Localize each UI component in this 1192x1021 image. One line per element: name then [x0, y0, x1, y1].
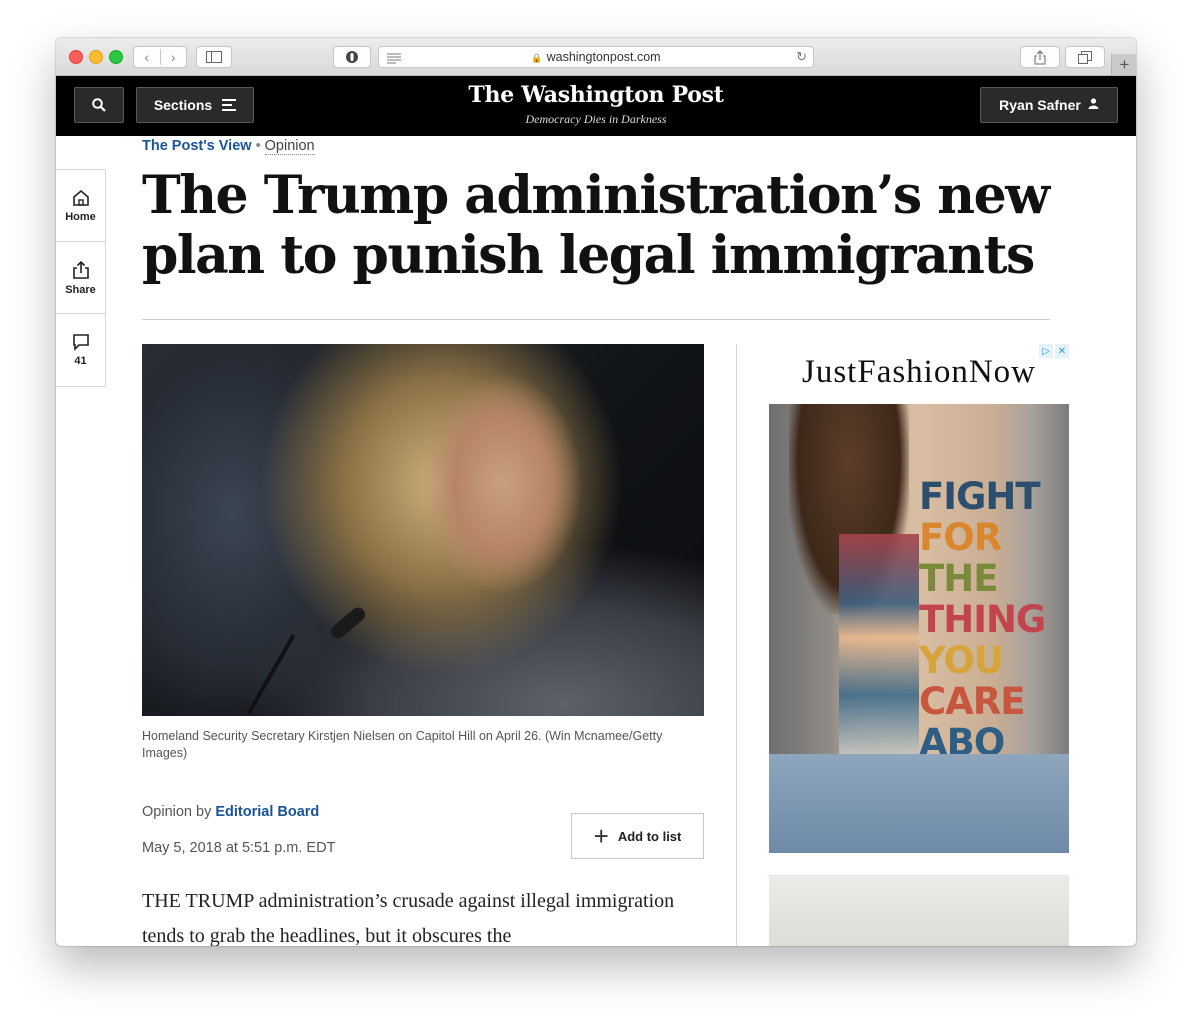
forward-arrow-icon[interactable]: › — [159, 49, 187, 65]
ad-portrait-graphic — [839, 534, 919, 764]
photo-microphone-head — [328, 604, 368, 642]
add-to-list-button[interactable]: + Add to list — [571, 813, 704, 859]
minimize-window-button[interactable] — [89, 50, 103, 64]
kicker-separator: • — [255, 138, 261, 154]
browser-toolbar: ‹ › 🔒 washingtonpost.com ↻ + — [56, 38, 1136, 76]
kicker-section-link[interactable]: The Post's View — [142, 138, 252, 154]
site-header: Sections The Washington Post Democracy D… — [56, 76, 1136, 136]
photo-caption: Homeland Security Secretary Kirstjen Nie… — [142, 729, 663, 760]
rail-comments-count: 41 — [74, 355, 87, 367]
article-kicker: The Post's View • Opinion — [142, 138, 315, 155]
ad-slogan-line: CARE — [919, 680, 1026, 723]
article-headline: The Trump administration’s new plan to p… — [142, 165, 1050, 286]
rail-comments-button[interactable]: 41 — [56, 314, 105, 386]
shield-icon — [346, 51, 358, 63]
rail-share-button[interactable]: Share — [56, 242, 105, 314]
browser-window: ‹ › 🔒 washingtonpost.com ↻ + Sections Th… — [56, 38, 1136, 946]
site-tagline: Democracy Dies in Darkness — [525, 112, 667, 126]
user-account-button[interactable]: Ryan Safner — [980, 87, 1118, 123]
column-divider — [736, 344, 737, 946]
close-window-button[interactable] — [69, 50, 83, 64]
ad-brand-name[interactable]: JustFashionNow — [769, 354, 1069, 391]
site-logo[interactable]: The Washington Post — [56, 82, 1136, 108]
rail-share-label: Share — [65, 283, 96, 296]
rail-home-button[interactable]: Home — [56, 170, 105, 242]
sidebar-icon — [206, 51, 222, 63]
ad-product-image[interactable]: FIGHT FOR THE THING YOU CARE ABO — [769, 404, 1069, 853]
user-icon — [1088, 98, 1099, 112]
new-tab-button[interactable]: + — [1111, 54, 1136, 75]
article-byline: Opinion by Editorial Board — [142, 804, 319, 820]
plus-icon: + — [1119, 54, 1130, 74]
back-arrow-icon[interactable]: ‹ — [134, 49, 160, 65]
share-toolbar-button[interactable] — [1020, 46, 1060, 68]
ad-slogan-line: FIGHT — [919, 475, 1041, 518]
article-action-rail: Home Share 41 — [56, 169, 106, 387]
ad-secondary-card[interactable] — [769, 875, 1069, 946]
ad-model-jeans — [769, 754, 1069, 853]
article-lead-photo[interactable] — [142, 344, 704, 716]
byline-author-link[interactable]: Editorial Board — [215, 804, 319, 820]
kicker-opinion-label[interactable]: Opinion — [264, 138, 315, 155]
zoom-window-button[interactable] — [109, 50, 123, 64]
home-icon — [72, 189, 89, 206]
sidebar-toggle-button[interactable] — [196, 46, 232, 68]
ad-slogan-line: FOR — [919, 516, 1002, 559]
photo-microphone-stem — [247, 634, 296, 714]
share-icon — [72, 260, 89, 279]
privacy-extension-button[interactable] — [333, 46, 371, 68]
article-date: May 5, 2018 at 5:51 p.m. EDT — [142, 840, 336, 856]
reload-icon[interactable]: ↻ — [796, 49, 807, 65]
url-text: washingtonpost.com — [546, 50, 661, 64]
headline-divider — [142, 319, 1050, 320]
tab-overview-button[interactable] — [1065, 46, 1105, 68]
add-to-list-label: Add to list — [617, 828, 682, 844]
article-body-paragraph: THE TRUMP administration’s crusade again… — [142, 890, 675, 946]
ad-slogan-line: THE — [919, 557, 998, 600]
comment-icon — [72, 334, 89, 351]
history-nav-group: ‹ › — [133, 46, 187, 68]
ad-slogan-line: THING — [919, 598, 1046, 641]
ad-slogan: FIGHT FOR THE THING YOU CARE ABO — [919, 476, 1059, 763]
lock-icon: 🔒 — [531, 53, 543, 63]
user-name: Ryan Safner — [999, 97, 1081, 113]
share-icon — [1034, 49, 1046, 64]
address-bar[interactable]: 🔒 washingtonpost.com ↻ — [378, 46, 814, 68]
tabs-icon — [1078, 50, 1092, 64]
byline-prefix: Opinion by — [142, 804, 212, 820]
plus-icon: + — [593, 821, 609, 851]
ad-slogan-line: YOU — [919, 639, 1004, 682]
rail-home-label: Home — [65, 210, 96, 223]
